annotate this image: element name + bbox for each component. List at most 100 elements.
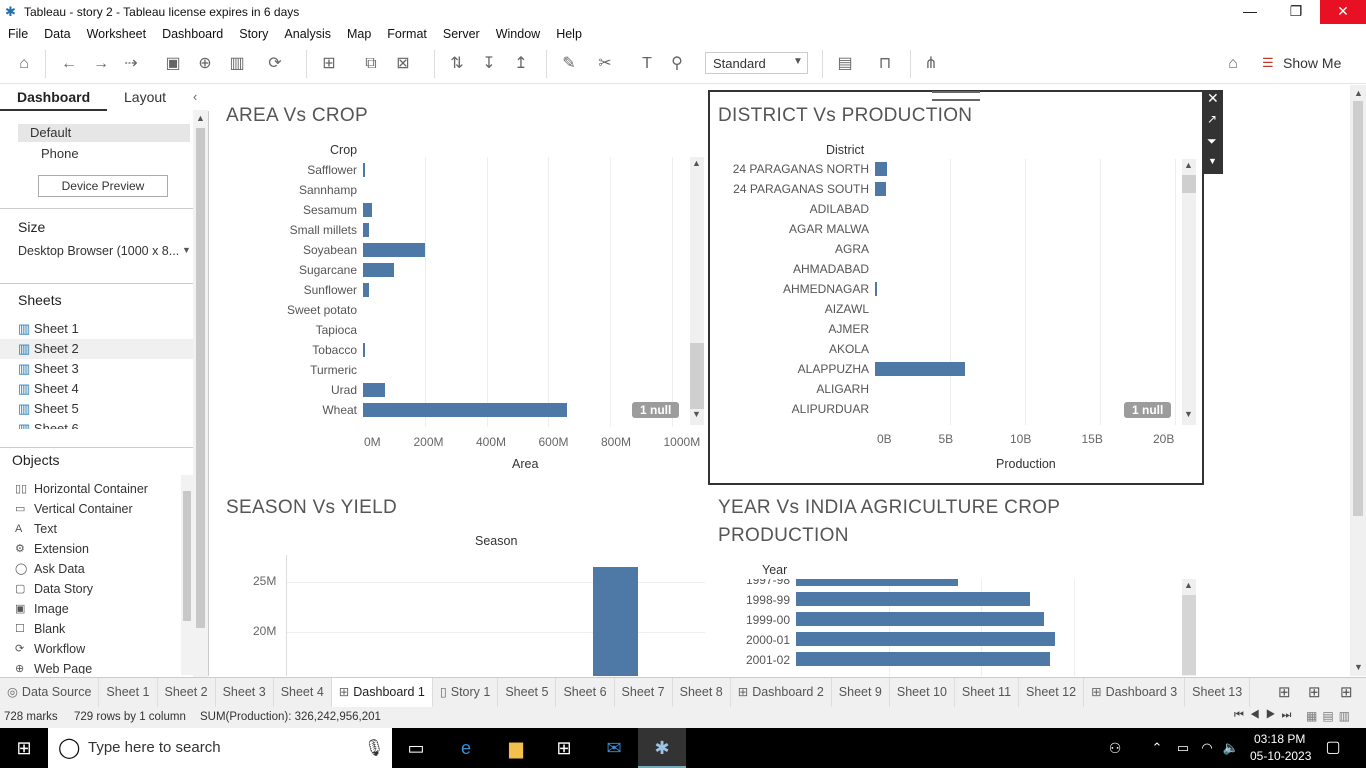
remove-icon[interactable]: ✕ [1207, 90, 1219, 107]
object-item[interactable]: ▭ Vertical Container [0, 499, 181, 519]
go-to-sheet-icon[interactable]: ↗ [1207, 112, 1217, 126]
notification-icon[interactable]: ▢ [1318, 728, 1348, 768]
device-phone[interactable]: Phone [41, 146, 79, 161]
size-dropdown-icon[interactable]: ▼ [182, 245, 191, 255]
bar[interactable] [363, 243, 425, 257]
bar[interactable] [363, 203, 373, 217]
bar[interactable] [363, 263, 394, 277]
menu-window[interactable]: Window [488, 24, 548, 44]
sheet-tab[interactable]: Sheet 7 [615, 678, 673, 707]
sheet-tab[interactable]: ▯ Story 1 [433, 678, 499, 707]
sheet-item[interactable]: ▥ Sheet 5 [18, 399, 193, 419]
microphone-icon[interactable]: 🎙 [364, 738, 384, 758]
task-view-icon[interactable]: ▭ [392, 728, 440, 768]
battery-icon[interactable]: ▭ [1172, 728, 1194, 768]
sheet-tab[interactable]: ⊞ Dashboard 3 [1084, 678, 1186, 707]
object-item[interactable]: ☐ Blank [0, 619, 181, 639]
save-icon[interactable]: ▣ [162, 54, 184, 74]
sheet-tab[interactable]: Sheet 13 [1185, 678, 1251, 707]
bar[interactable] [363, 383, 385, 397]
sheet-tab[interactable]: Sheet 2 [158, 678, 216, 707]
view-size-select[interactable]: Standard ▼ [705, 52, 808, 74]
pin-icon[interactable]: ⚲ [666, 54, 688, 74]
highlight-icon[interactable]: ✎ [558, 54, 580, 74]
new-story-tab-icon[interactable]: ⊞ [1340, 683, 1353, 701]
presentation-mode-icon[interactable]: ⊓ [874, 54, 896, 74]
new-worksheet-tab-icon[interactable]: ⊞ [1278, 683, 1291, 701]
sheet-tab[interactable]: Sheet 4 [274, 678, 332, 707]
bar[interactable] [363, 223, 369, 237]
windows-start-icon[interactable]: ⊞ [0, 728, 48, 768]
volume-icon[interactable]: 🔈 [1220, 728, 1242, 768]
year-prod-chart[interactable]: 1997-98 1998-99 1999-00 2000-01 2001-02 [710, 579, 1180, 676]
menu-analysis[interactable]: Analysis [276, 24, 339, 44]
show-me-icon[interactable]: ☰ [1262, 55, 1274, 71]
area-crop-scrollbar[interactable]: ▲ ▼ [690, 157, 704, 425]
sheet-tab[interactable]: Sheet 3 [216, 678, 274, 707]
bar[interactable] [363, 403, 568, 417]
mail-icon[interactable]: ✉ [590, 728, 638, 768]
fit-view-icon[interactable]: ▤ [834, 54, 856, 74]
sheet-tab[interactable]: Sheet 12 [1019, 678, 1085, 707]
device-preview-button[interactable]: Device Preview [38, 175, 168, 197]
sheet-tab[interactable]: ⊞ Dashboard 2 [731, 678, 832, 707]
area-crop-null-badge[interactable]: 1 null [632, 402, 680, 418]
tab-dashboard[interactable]: Dashboard [0, 85, 107, 111]
object-item[interactable]: ▯▯ Horizontal Container [0, 479, 181, 499]
left-scrollbar[interactable]: ▲ [193, 110, 208, 677]
swap-icon[interactable]: ⇅ [446, 54, 468, 74]
sort-descending-icon[interactable]: ↥ [510, 54, 532, 74]
share-icon[interactable]: ⋔ [920, 54, 942, 74]
undo-icon[interactable]: ← [58, 54, 80, 74]
tab-navigation-icons[interactable]: ⏮◀▶⏭ [1234, 709, 1297, 722]
sheet-tab[interactable]: Sheet 10 [890, 678, 955, 707]
filter-icon[interactable]: ⏷ [1207, 134, 1217, 149]
sheet-item[interactable]: ▥ Sheet 4 [18, 379, 193, 399]
sheet-tab[interactable]: Sheet 1 [99, 678, 158, 707]
size-value[interactable]: Desktop Browser (1000 x 8... [18, 244, 179, 258]
bar[interactable] [875, 282, 877, 296]
bar[interactable] [875, 162, 887, 176]
canvas-scrollbar[interactable]: ▲ ▼ [1350, 85, 1366, 676]
menu-server[interactable]: Server [435, 24, 488, 44]
bar[interactable] [796, 592, 1030, 606]
object-item[interactable]: A Text [0, 519, 181, 539]
menu-story[interactable]: Story [231, 24, 276, 44]
redo-icon[interactable]: → [90, 54, 112, 74]
menu-map[interactable]: Map [339, 24, 379, 44]
minimize-button[interactable]: — [1227, 0, 1273, 24]
district-scrollbar[interactable]: ▲ ▼ [1182, 159, 1196, 425]
district-prod-chart[interactable]: 24 PARAGANAS NORTH 24 PARAGANAS SOUTH ADIL… [710, 159, 1196, 425]
bar[interactable] [796, 652, 1050, 666]
menu-dashboard[interactable]: Dashboard [154, 24, 231, 44]
season-yield-chart[interactable]: 25M 20M [210, 555, 705, 676]
home-icon[interactable]: ⌂ [13, 54, 35, 74]
bar[interactable] [875, 362, 965, 376]
menu-format[interactable]: Format [379, 24, 435, 44]
menu-worksheet[interactable]: Worksheet [79, 24, 155, 44]
clock-time[interactable]: 03:18 PM [1254, 732, 1305, 746]
objects-scrollbar[interactable] [181, 475, 193, 675]
sheet-item[interactable]: ▥ Sheet 3 [18, 359, 193, 379]
taskbar-search[interactable]: ◯ Type here to search 🎙 [48, 728, 392, 768]
bar[interactable] [363, 163, 365, 177]
show-me-button[interactable]: Show Me [1283, 55, 1341, 71]
area-crop-chart[interactable]: RiceSafflowerSannhampSesamumSmall millet… [210, 157, 705, 427]
sheet-tab[interactable]: Sheet 6 [556, 678, 615, 707]
sheet-tab[interactable]: Sheet 5 [498, 678, 557, 707]
replay-icon[interactable]: ⇢ [120, 54, 142, 74]
district-null-badge[interactable]: 1 null [1124, 402, 1172, 418]
clear-sheet-icon[interactable]: ⊠ [392, 54, 414, 74]
sheet-tab[interactable]: Sheet 11 [955, 678, 1020, 707]
chevron-up-icon[interactable]: ⌃ [1146, 728, 1168, 768]
object-item[interactable]: ▢ Data Story [0, 579, 181, 599]
bar[interactable] [875, 182, 887, 196]
new-worksheet-icon[interactable]: ⊞ [318, 54, 340, 74]
duplicate-icon[interactable]: ⧉ [360, 54, 382, 74]
collapse-icon[interactable]: ‹ [193, 89, 197, 104]
more-options-icon[interactable]: ▼ [1208, 156, 1217, 166]
menu-file[interactable]: File [0, 24, 36, 44]
pause-updates-icon[interactable]: ▥ [226, 54, 248, 74]
people-icon[interactable]: ⚇ [1100, 728, 1130, 768]
clock-date[interactable]: 05-10-2023 [1250, 749, 1311, 763]
